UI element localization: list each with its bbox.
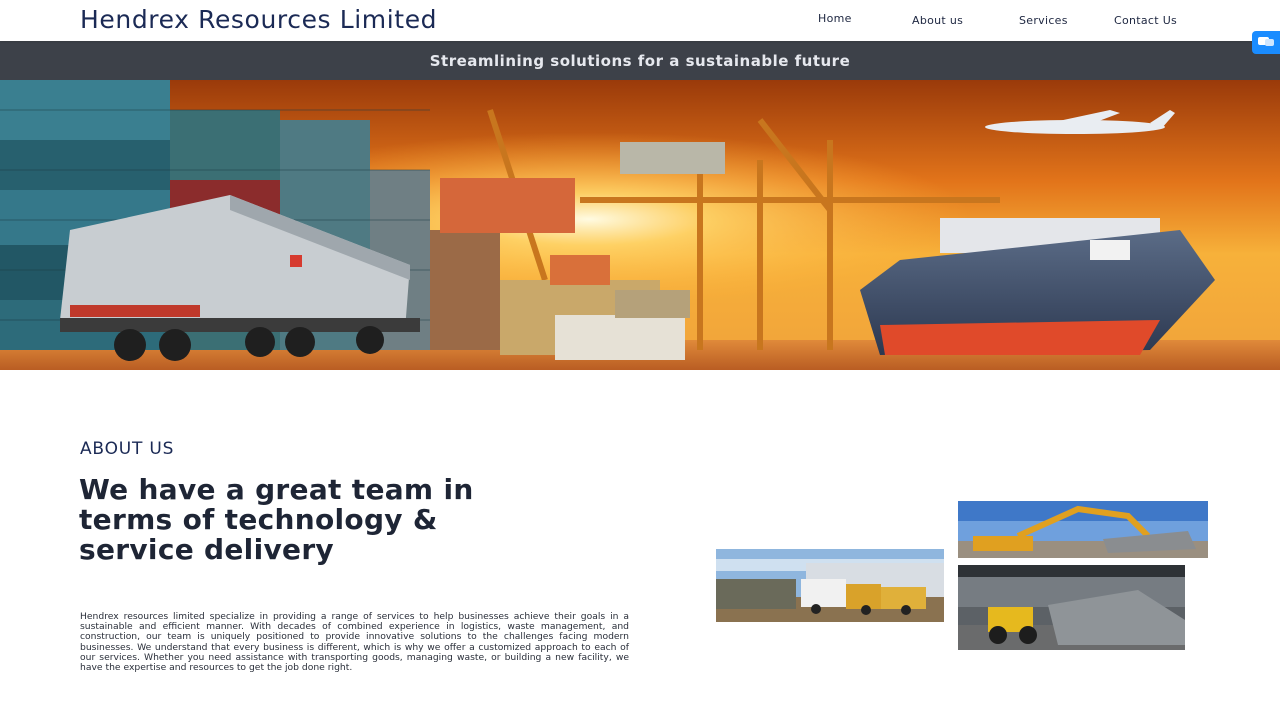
- crane-cabin: [620, 142, 725, 174]
- hanging-container: [440, 178, 575, 233]
- logistics-port-illustration: [0, 80, 1280, 370]
- loader-warehouse-photo: [958, 565, 1185, 650]
- hero-image: [0, 80, 1280, 370]
- nav-contact[interactable]: Contact Us: [1114, 14, 1177, 27]
- trucks-site-photo: [716, 549, 944, 622]
- about-heading: We have a great team in terms of technol…: [79, 473, 474, 566]
- tagline-bar: Streamlining solutions for a sustainable…: [0, 41, 1280, 80]
- brand-logo-text[interactable]: Hendrex Resources Limited: [80, 5, 437, 34]
- chat-icon: [1258, 37, 1274, 46]
- site-header: Hendrex Resources Limited Home About us …: [0, 0, 1280, 41]
- nav-services[interactable]: Services: [1019, 14, 1068, 27]
- tagline-text: Streamlining solutions for a sustainable…: [429, 52, 851, 70]
- about-section-label: ABOUT US: [80, 439, 175, 459]
- about-description: Hendrex resources limited specialize in …: [80, 611, 629, 674]
- nav-home[interactable]: Home: [818, 12, 852, 25]
- nav-about[interactable]: About us: [912, 14, 963, 27]
- chat-widget-button[interactable]: [1252, 31, 1280, 54]
- excavator-photo: [958, 501, 1208, 558]
